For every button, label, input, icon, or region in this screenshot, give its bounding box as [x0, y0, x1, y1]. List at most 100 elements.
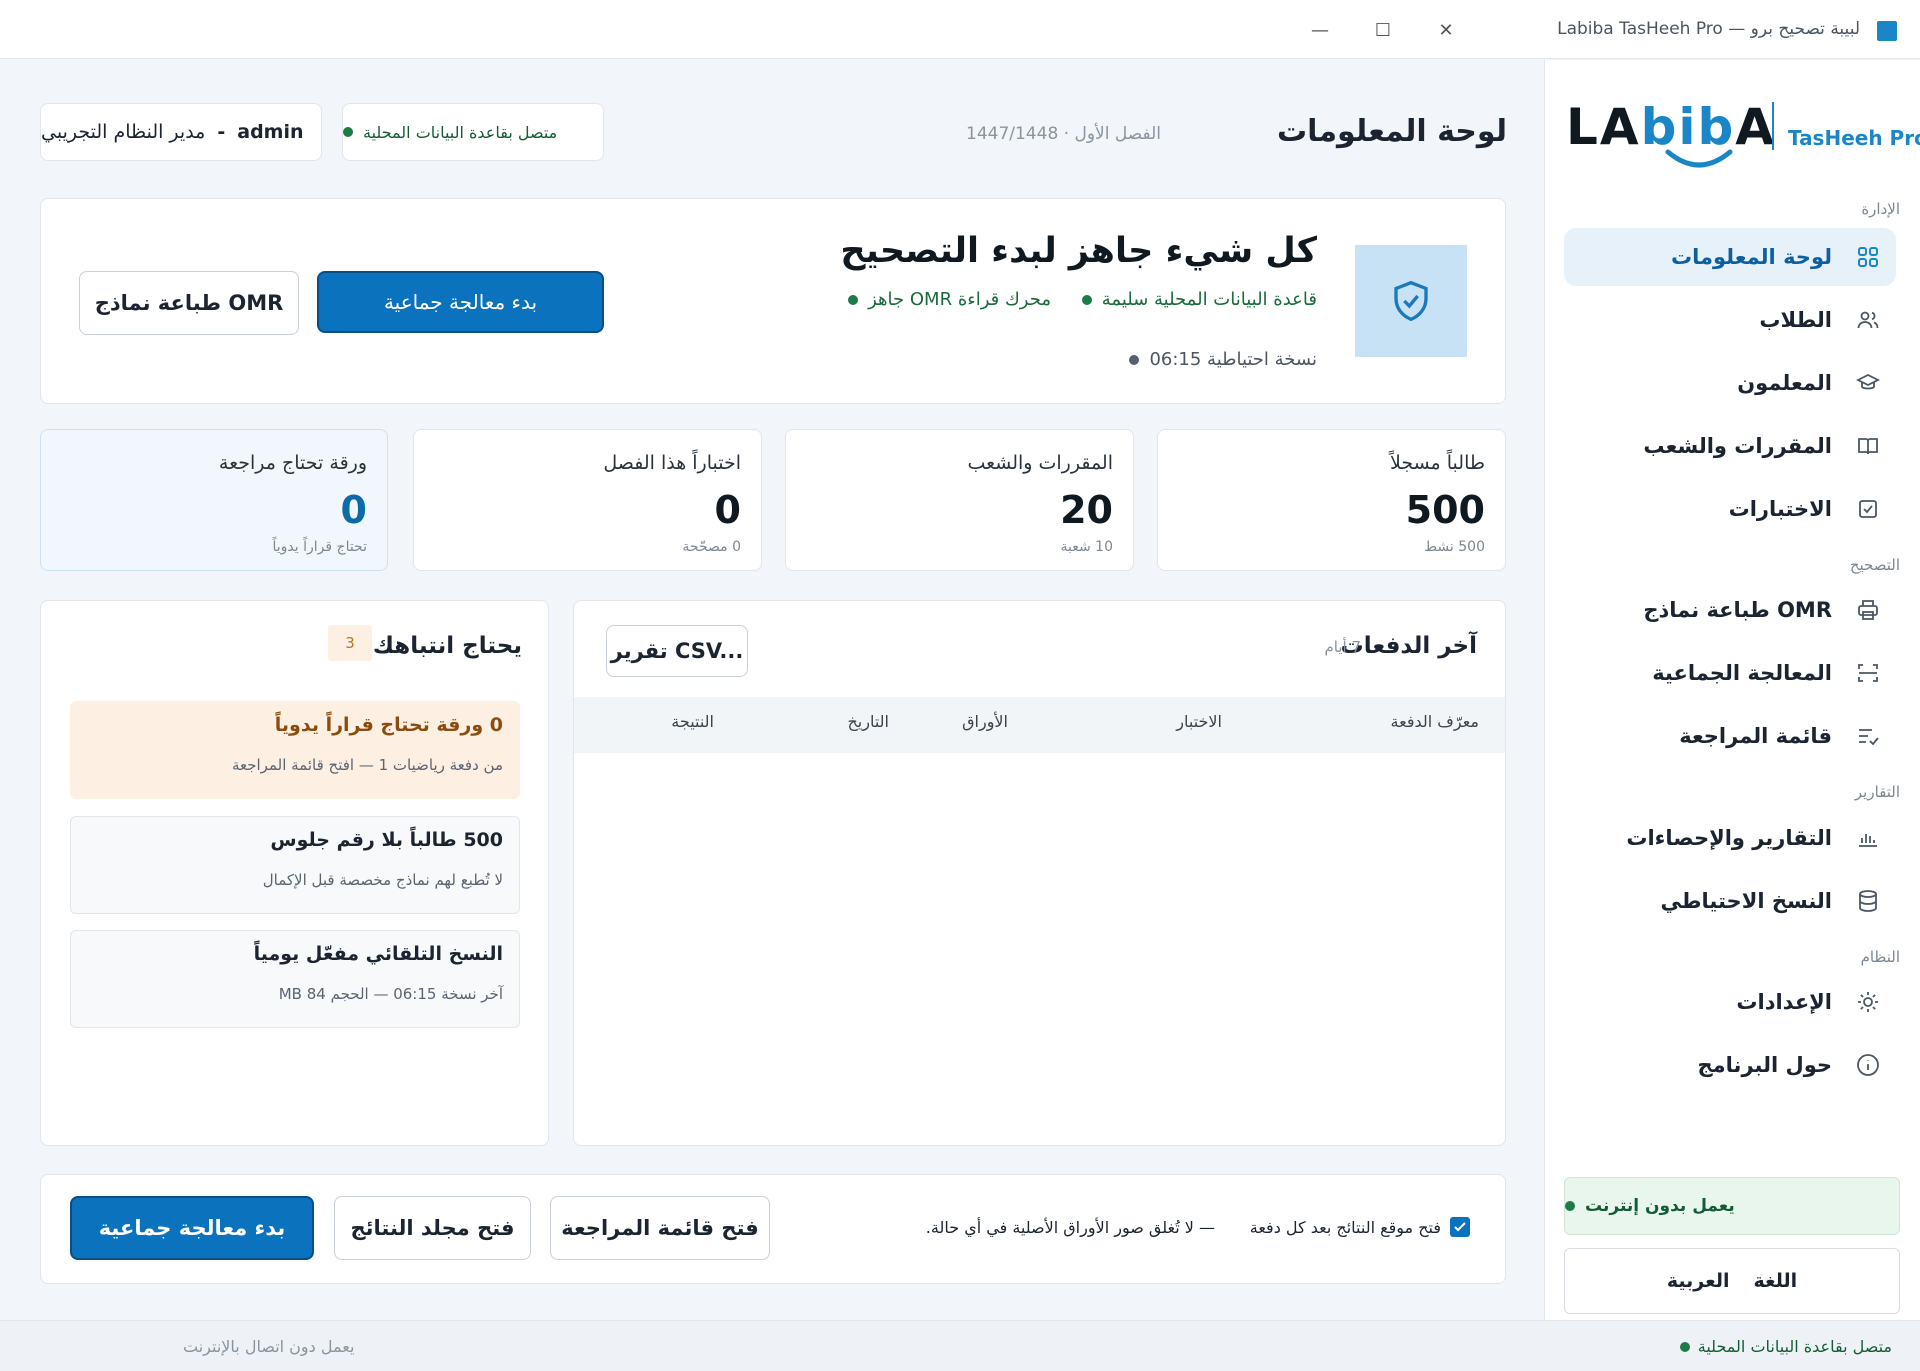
nav-section-system: النظام: [1860, 948, 1900, 966]
user-name: admin: [237, 121, 304, 143]
statusbar-db-text: متصل بقاعدة البيانات المحلية: [1697, 1337, 1892, 1356]
batches-table-body: [574, 753, 1505, 1145]
alert-title: 0 ورقة تحتاج قراراً يدوياً: [274, 714, 503, 736]
readiness-card: كل شيء جاهز لبدء التصحيح قاعدة البيانات …: [40, 198, 1506, 404]
alert-subtitle: آخر نسخة 06:15 — الحجم 84 MB: [278, 985, 503, 1003]
readiness-title: كل شيء جاهز لبدء التصحيح: [840, 231, 1317, 271]
minimize-button[interactable]: —: [1300, 12, 1340, 48]
backup-text: نسخة احتياطية 06:15: [1149, 349, 1317, 370]
user-badge[interactable]: مدير النظام التجريبي - admin: [40, 103, 322, 161]
brand-logo: LAbibA TasHeeh Pro: [1566, 84, 1920, 174]
csv-report-button[interactable]: تقرير CSV...: [606, 625, 748, 677]
sidebar-item-label: لوحة المعلومات: [1671, 245, 1832, 269]
stat-sub: 10 شعبة: [1060, 539, 1114, 555]
user-role: مدير النظام التجريبي: [41, 121, 206, 143]
attention-card: يحتاج انتباهك 3 0 ورقة تحتاج قراراً يدوي…: [40, 600, 549, 1146]
start-batch-button[interactable]: بدء معالجة جماعية: [317, 271, 604, 333]
alert-subtitle: لا تُطبع لهم نماذج مخصصة قبل الإكمال: [262, 871, 503, 889]
language-value: العربية: [1666, 1270, 1730, 1292]
open-results-folder-button[interactable]: فتح مجلد النتائج: [334, 1196, 531, 1260]
column-header-exam[interactable]: الاختبار: [1176, 712, 1222, 731]
originals-note: — لا تُغلق صور الأوراق الأصلية في أي حال…: [925, 1218, 1215, 1237]
status-dot: [1679, 1341, 1690, 1352]
semester-label: الفصل الأول · 1447/1448: [966, 124, 1161, 144]
open-results-checkbox[interactable]: [1450, 1217, 1470, 1237]
sidebar-item-backup[interactable]: النسخ الاحتياطي: [1564, 872, 1896, 930]
stat-card-students: طالباً مسجلاً 500 500 نشط: [1157, 429, 1506, 571]
sidebar-item-omr-print[interactable]: طباعة نماذج OMR: [1564, 581, 1896, 639]
sidebar-item-students[interactable]: الطلاب: [1564, 291, 1896, 349]
sidebar-item-label: طباعة نماذج OMR: [1643, 598, 1832, 622]
alert-item-review[interactable]: 0 ورقة تحتاج قراراً يدوياً من دفعة رياضي…: [70, 701, 520, 799]
sidebar-item-batch[interactable]: المعالجة الجماعية: [1564, 644, 1896, 702]
start-batch-button-bottom[interactable]: بدء معالجة جماعية: [70, 1196, 314, 1260]
window-titlebar: لبيبة تصحيح برو — Labiba TasHeeh Pro — ☐…: [0, 0, 1920, 59]
nav-section-admin: الإدارة: [1861, 200, 1900, 218]
omr-engine-status: محرك قراءة OMR جاهز: [848, 289, 1051, 310]
print-omr-button[interactable]: طباعة نماذج OMR: [79, 271, 299, 335]
info-icon: [1854, 1051, 1882, 1079]
status-bar: متصل بقاعدة البيانات المحلية يعمل دون ات…: [0, 1320, 1920, 1371]
open-results-label[interactable]: فتح موقع النتائج بعد كل دفعة: [1250, 1218, 1441, 1237]
batches-period: 7 أيام: [1324, 638, 1361, 656]
sidebar-item-label: التقارير والإحصاءات: [1626, 826, 1832, 850]
status-dot: [1081, 294, 1092, 305]
stat-value: 0: [340, 488, 367, 532]
nav-section-reports: التقارير: [1854, 783, 1900, 801]
stat-sub: 500 نشط: [1424, 539, 1485, 555]
attention-count-badge: 3: [328, 625, 372, 661]
column-header-sheets[interactable]: الأوراق: [962, 712, 1008, 731]
bar-chart-icon: [1854, 824, 1882, 852]
user-separator: -: [217, 121, 226, 143]
sidebar-item-about[interactable]: حول البرنامج: [1564, 1036, 1896, 1094]
omr-engine-text: محرك قراءة OMR جاهز: [868, 289, 1051, 310]
sidebar-item-label: المقررات والشعب: [1643, 434, 1832, 458]
alert-item-auto-backup[interactable]: النسخ التلقائي مفعّل يومياً آخر نسخة 06:…: [70, 930, 520, 1028]
stat-card-exams: اختباراً هذا الفصل 0 0 مصحّحة: [413, 429, 762, 571]
stat-card-review[interactable]: ورقة تحتاج مراجعة 0 تحتاج قراراً يدوياً: [40, 429, 388, 571]
checkmark-icon: [1454, 1222, 1466, 1232]
sidebar-item-dashboard[interactable]: لوحة المعلومات: [1564, 228, 1896, 286]
database-icon: [1854, 887, 1882, 915]
stat-label: ورقة تحتاج مراجعة: [218, 452, 367, 474]
column-header-result[interactable]: النتيجة: [671, 712, 714, 731]
sidebar-item-label: النسخ الاحتياطي: [1660, 889, 1833, 913]
close-button[interactable]: ✕: [1426, 12, 1466, 48]
sidebar-item-label: قائمة المراجعة: [1679, 724, 1832, 748]
sidebar-item-label: الاختبارات: [1728, 497, 1832, 521]
sidebar-item-review[interactable]: قائمة المراجعة: [1564, 707, 1896, 765]
scan-icon: [1854, 659, 1882, 687]
app-icon: [1877, 21, 1897, 41]
db-health-text: قاعدة البيانات المحلية سليمة: [1101, 289, 1317, 310]
language-label: اللغة: [1753, 1270, 1798, 1292]
stat-value: 20: [1060, 488, 1113, 532]
sidebar-item-exams[interactable]: الاختبارات: [1564, 480, 1896, 538]
users-icon: [1854, 306, 1882, 334]
statusbar-db: متصل بقاعدة البيانات المحلية: [1679, 1337, 1892, 1356]
sidebar-item-courses[interactable]: المقررات والشعب: [1564, 417, 1896, 475]
graduation-cap-icon: [1854, 369, 1882, 397]
stat-sub: 0 مصحّحة: [682, 539, 741, 555]
column-header-batch-id[interactable]: معرّف الدفعة: [1391, 712, 1479, 731]
language-selector[interactable]: اللغة العربية: [1564, 1248, 1900, 1314]
maximize-button[interactable]: ☐: [1363, 12, 1403, 48]
db-status-badge: متصل بقاعدة البيانات المحلية: [342, 103, 604, 161]
status-dot: [1565, 1201, 1575, 1211]
sidebar-item-teachers[interactable]: المعلمون: [1564, 354, 1896, 412]
sun-gear-icon: [1854, 988, 1882, 1016]
alert-subtitle: من دفعة رياضيات 1 — افتح قائمة المراجعة: [231, 756, 503, 774]
sidebar-item-label: المعالجة الجماعية: [1652, 661, 1832, 685]
sidebar-item-label: الإعدادات: [1736, 990, 1832, 1014]
db-status-text: متصل بقاعدة البيانات المحلية: [363, 122, 558, 142]
shield-check-icon: [1355, 245, 1467, 357]
offline-status-text: يعمل بدون إنترنت: [1585, 1196, 1735, 1216]
book-icon: [1854, 432, 1882, 460]
open-review-button[interactable]: فتح قائمة المراجعة: [550, 1196, 770, 1260]
column-header-date[interactable]: التاريخ: [847, 712, 889, 731]
sidebar-item-label: المعلمون: [1737, 371, 1832, 395]
alert-title: النسخ التلقائي مفعّل يومياً: [253, 943, 503, 965]
sidebar-item-settings[interactable]: الإعدادات: [1564, 973, 1896, 1031]
sidebar-item-reports[interactable]: التقارير والإحصاءات: [1564, 809, 1896, 867]
db-health-status: قاعدة البيانات المحلية سليمة: [1081, 289, 1317, 310]
alert-item-seat-numbers[interactable]: 500 طالباً بلا رقم جلوس لا تُطبع لهم نما…: [70, 816, 520, 914]
